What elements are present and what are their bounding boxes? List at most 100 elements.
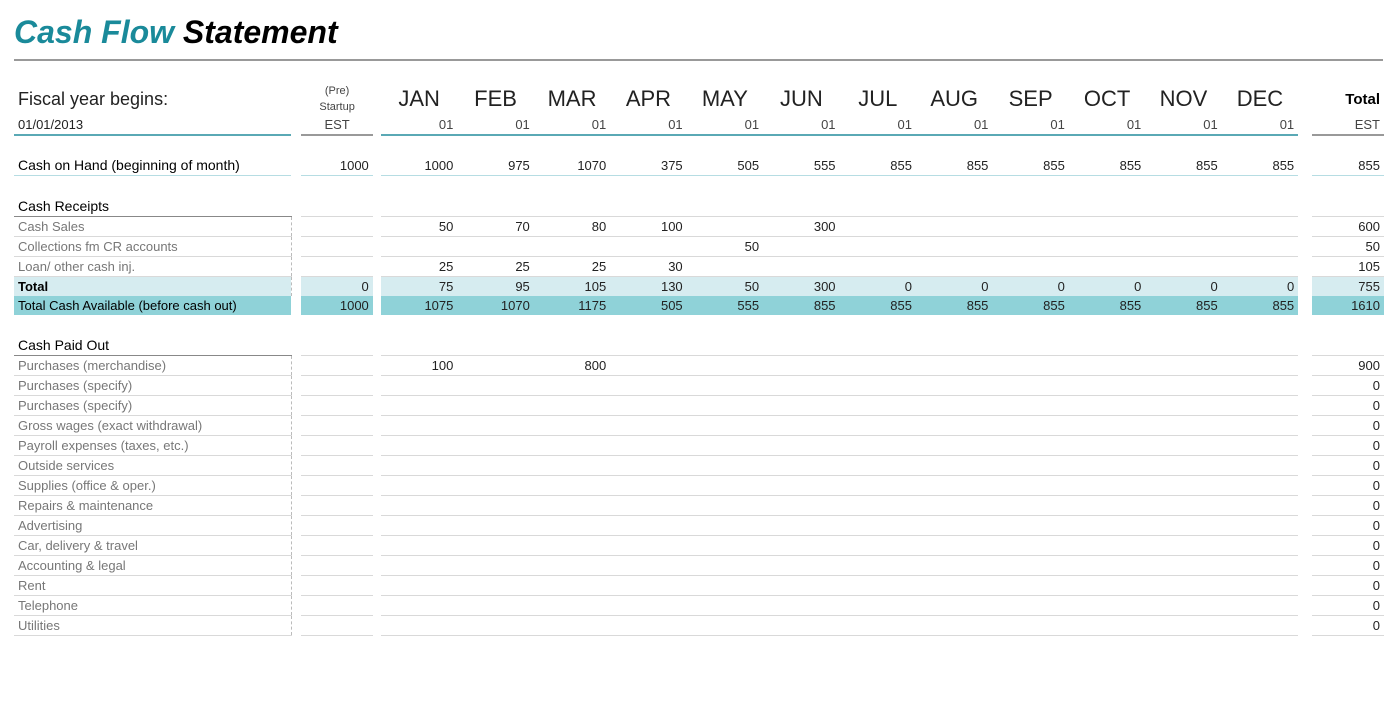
- paidout-cell[interactable]: [992, 515, 1068, 535]
- receipt-cell[interactable]: [1222, 236, 1298, 256]
- paidout-cell[interactable]: [1069, 395, 1145, 415]
- receipt-cell[interactable]: [992, 256, 1068, 276]
- paidout-cell[interactable]: [916, 435, 992, 455]
- paidout-cell[interactable]: 800: [534, 355, 610, 375]
- receipt-cell[interactable]: 70: [457, 216, 533, 236]
- paidout-cell[interactable]: [687, 535, 763, 555]
- paidout-cell[interactable]: [763, 415, 839, 435]
- paidout-cell[interactable]: [610, 555, 686, 575]
- receipt-cell[interactable]: [840, 236, 916, 256]
- receipt-cell[interactable]: [1145, 256, 1221, 276]
- paidout-cell[interactable]: [610, 395, 686, 415]
- paidout-cell[interactable]: [687, 395, 763, 415]
- paidout-cell[interactable]: [381, 455, 457, 475]
- paidout-cell[interactable]: [381, 575, 457, 595]
- paidout-cell[interactable]: [1069, 595, 1145, 615]
- receipt-cell[interactable]: [1069, 236, 1145, 256]
- receipt-cell[interactable]: [1145, 236, 1221, 256]
- paidout-cell[interactable]: [1145, 375, 1221, 395]
- paidout-cell[interactable]: [1145, 575, 1221, 595]
- paidout-cell[interactable]: [687, 575, 763, 595]
- paidout-cell[interactable]: [534, 495, 610, 515]
- paidout-cell[interactable]: [687, 595, 763, 615]
- paidout-pre[interactable]: [301, 395, 372, 415]
- paidout-pre[interactable]: [301, 435, 372, 455]
- paidout-cell[interactable]: [687, 375, 763, 395]
- paidout-cell[interactable]: [840, 575, 916, 595]
- receipt-cell[interactable]: [610, 236, 686, 256]
- receipt-cell[interactable]: [381, 236, 457, 256]
- receipt-cell[interactable]: [992, 216, 1068, 236]
- paidout-cell[interactable]: [457, 535, 533, 555]
- receipt-cell[interactable]: 50: [687, 236, 763, 256]
- paidout-cell[interactable]: [457, 375, 533, 395]
- paidout-cell[interactable]: [1222, 555, 1298, 575]
- paidout-cell[interactable]: [534, 455, 610, 475]
- paidout-cell[interactable]: [610, 415, 686, 435]
- paidout-pre[interactable]: [301, 375, 372, 395]
- paidout-cell[interactable]: [1069, 455, 1145, 475]
- paidout-cell[interactable]: [840, 395, 916, 415]
- paidout-cell[interactable]: [381, 535, 457, 555]
- paidout-cell[interactable]: [916, 395, 992, 415]
- paidout-cell[interactable]: [992, 575, 1068, 595]
- paidout-cell[interactable]: [763, 455, 839, 475]
- paidout-cell[interactable]: [381, 415, 457, 435]
- paidout-cell[interactable]: [763, 475, 839, 495]
- paidout-cell[interactable]: [534, 595, 610, 615]
- paidout-cell[interactable]: [687, 615, 763, 635]
- paidout-cell[interactable]: [992, 355, 1068, 375]
- receipt-cell[interactable]: [916, 256, 992, 276]
- coh-cell[interactable]: 1070: [534, 155, 610, 176]
- receipt-cell[interactable]: 25: [381, 256, 457, 276]
- paidout-cell[interactable]: [381, 475, 457, 495]
- paidout-cell[interactable]: [457, 475, 533, 495]
- paidout-cell[interactable]: [610, 475, 686, 495]
- paidout-cell[interactable]: [610, 575, 686, 595]
- paidout-pre[interactable]: [301, 415, 372, 435]
- paidout-pre[interactable]: [301, 495, 372, 515]
- paidout-cell[interactable]: [840, 455, 916, 475]
- coh-cell[interactable]: 375: [610, 155, 686, 176]
- paidout-cell[interactable]: [840, 515, 916, 535]
- paidout-pre[interactable]: [301, 355, 372, 375]
- paidout-cell[interactable]: [916, 455, 992, 475]
- paidout-cell[interactable]: [763, 515, 839, 535]
- receipt-cell[interactable]: 100: [610, 216, 686, 236]
- paidout-cell[interactable]: [992, 495, 1068, 515]
- paidout-cell[interactable]: [992, 395, 1068, 415]
- paidout-cell[interactable]: [457, 575, 533, 595]
- receipt-cell[interactable]: [992, 236, 1068, 256]
- receipt-pre[interactable]: [301, 236, 372, 256]
- coh-cell[interactable]: 855: [840, 155, 916, 176]
- paidout-cell[interactable]: [1069, 495, 1145, 515]
- paidout-cell[interactable]: [916, 375, 992, 395]
- paidout-cell[interactable]: [534, 435, 610, 455]
- paidout-cell[interactable]: [992, 475, 1068, 495]
- paidout-cell[interactable]: [916, 555, 992, 575]
- paidout-cell[interactable]: [457, 435, 533, 455]
- paidout-cell[interactable]: [916, 515, 992, 535]
- paidout-cell[interactable]: [1145, 455, 1221, 475]
- paidout-cell[interactable]: [840, 375, 916, 395]
- paidout-cell[interactable]: [1222, 435, 1298, 455]
- paidout-cell[interactable]: [1222, 375, 1298, 395]
- paidout-cell[interactable]: [992, 615, 1068, 635]
- paidout-cell[interactable]: [1145, 475, 1221, 495]
- coh-cell[interactable]: 855: [1069, 155, 1145, 176]
- paidout-cell[interactable]: [381, 555, 457, 575]
- paidout-cell[interactable]: [992, 415, 1068, 435]
- receipt-cell[interactable]: 25: [534, 256, 610, 276]
- paidout-cell[interactable]: [1069, 475, 1145, 495]
- paidout-cell[interactable]: [1222, 515, 1298, 535]
- paidout-cell[interactable]: [610, 495, 686, 515]
- paidout-cell[interactable]: [534, 395, 610, 415]
- paidout-cell[interactable]: [916, 575, 992, 595]
- paidout-cell[interactable]: [916, 595, 992, 615]
- paidout-cell[interactable]: [992, 435, 1068, 455]
- coh-pre[interactable]: 1000: [301, 155, 372, 176]
- coh-cell[interactable]: 855: [1145, 155, 1221, 176]
- paidout-cell[interactable]: [534, 515, 610, 535]
- paidout-cell[interactable]: [916, 535, 992, 555]
- paidout-cell[interactable]: [1222, 535, 1298, 555]
